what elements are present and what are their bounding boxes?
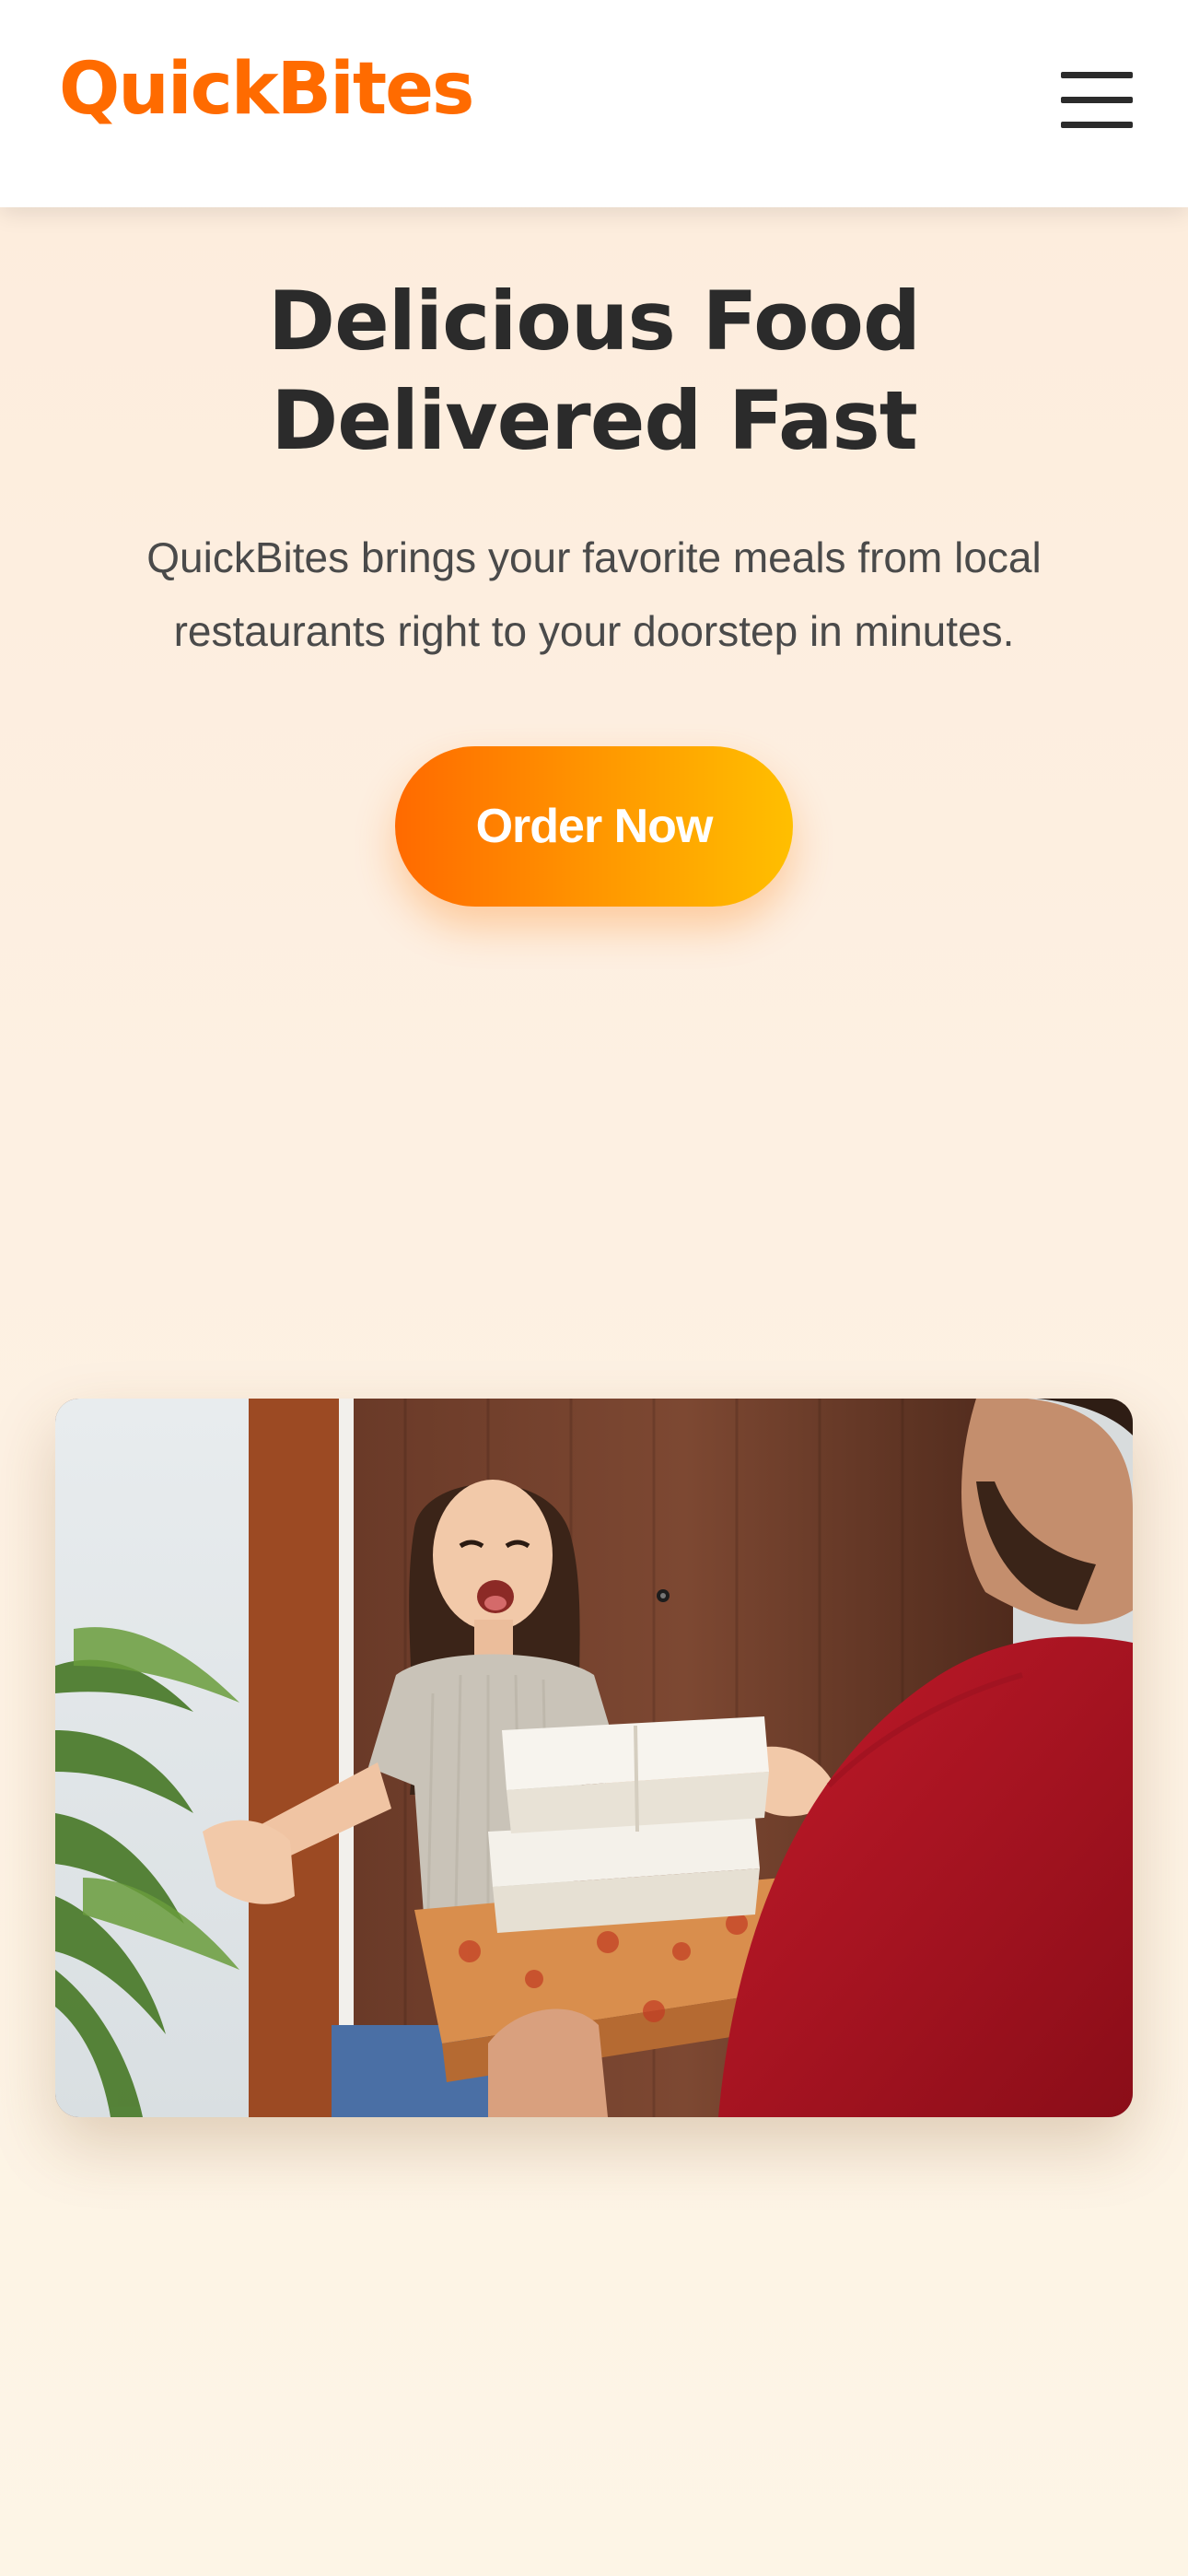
site-header: QuickBites bbox=[0, 0, 1188, 207]
delivery-photo-illustration bbox=[55, 1399, 1133, 2117]
menu-line bbox=[1061, 97, 1133, 103]
menu-line bbox=[1061, 72, 1133, 78]
hero-title: Delicious Food Delivered Fast bbox=[268, 274, 921, 468]
hamburger-menu-icon[interactable] bbox=[1061, 68, 1133, 133]
order-now-button[interactable]: Order Now bbox=[395, 746, 793, 907]
brand-logo[interactable]: QuickBites bbox=[59, 53, 474, 125]
delivery-photo bbox=[55, 1399, 1133, 2117]
menu-line bbox=[1061, 122, 1133, 128]
hero-subtitle: QuickBites brings your favorite meals fr… bbox=[146, 533, 1042, 655]
